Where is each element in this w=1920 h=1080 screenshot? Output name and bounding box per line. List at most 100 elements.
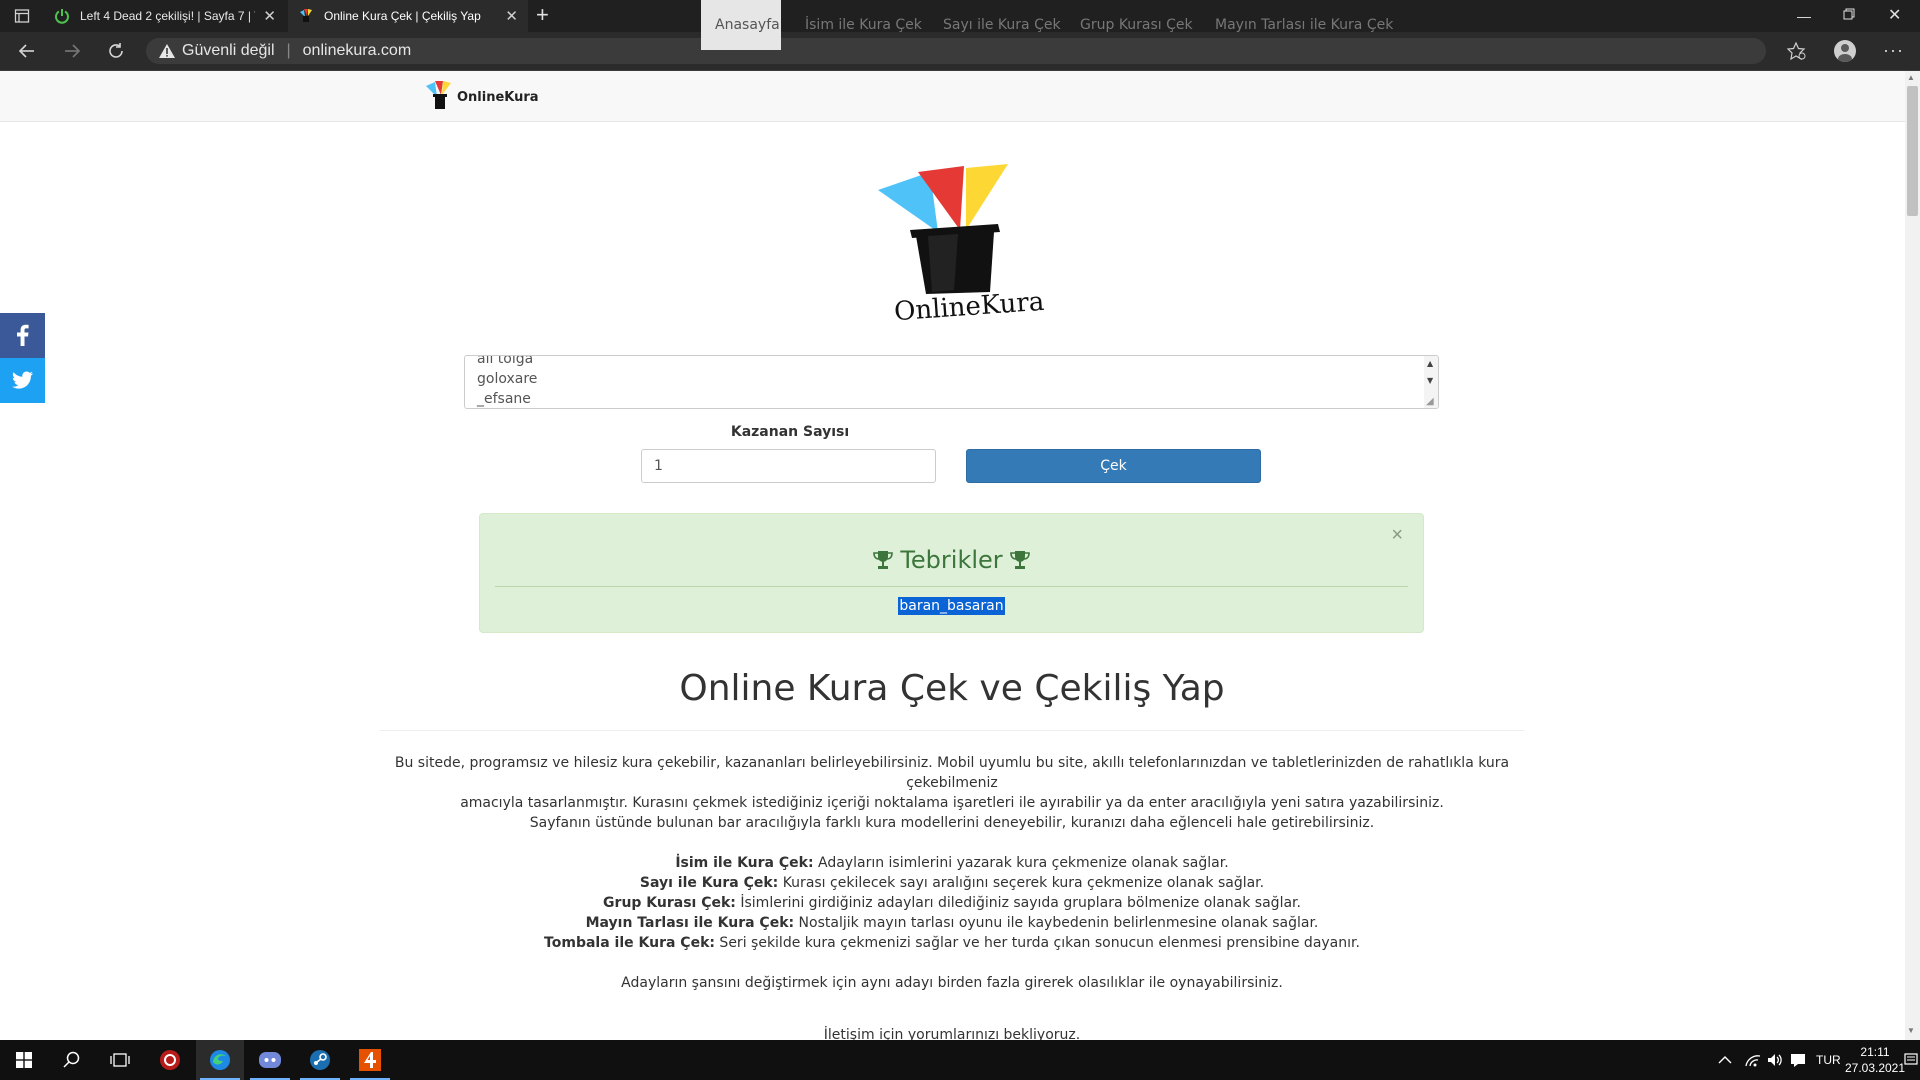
feature-desc: Kurası çekilecek sayı aralığını seçerek … (778, 875, 1265, 891)
tab-title: Online Kura Çek | Çekiliş Yap (324, 9, 481, 23)
action-center-icon[interactable] (1904, 1040, 1918, 1080)
window-close-icon[interactable]: ✕ (1888, 5, 1901, 25)
resize-handle-icon[interactable]: ◢ (1426, 396, 1434, 407)
more-menu-icon[interactable]: ··· (1883, 40, 1904, 61)
name-line: _efsane (477, 391, 531, 407)
task-view-icon (110, 1053, 130, 1067)
main-logo: OnlineKura (870, 160, 1045, 330)
scroll-up-arrow-icon[interactable]: ▲ (1907, 73, 1915, 82)
winner-count-input[interactable]: 1 (641, 449, 936, 483)
draw-button[interactable]: Çek (966, 449, 1261, 483)
intro-line: amacıyla tasarlanmıştır. Kurasını çekmek… (460, 795, 1444, 811)
textarea-scroll-down-icon[interactable]: ▼ (1427, 376, 1433, 385)
winner-count-label: Kazanan Sayısı (730, 424, 850, 440)
intro-line: Bu sitede, programsız ve hilesiz kura çe… (394, 755, 1510, 791)
feature-item: Sayı ile Kura Çek: Kurası çekilecek sayı… (380, 873, 1524, 893)
search-button[interactable] (48, 1040, 96, 1080)
nav-isim-ile-kura-cek[interactable]: İsim ile Kura Çek (791, 0, 936, 50)
scrollbar-thumb[interactable] (1907, 86, 1918, 216)
refresh-icon[interactable] (107, 42, 125, 63)
taskbar-steam[interactable] (296, 1040, 344, 1080)
intro-paragraph: Bu sitede, programsız ve hilesiz kura çe… (380, 753, 1524, 813)
power-icon (55, 9, 69, 24)
clock-date: 27.03.2021 (1844, 1061, 1906, 1075)
site-logo[interactable]: OnlineKura (425, 80, 539, 112)
feature-desc: İsimlerini girdiğiniz adayları dilediğin… (735, 895, 1301, 911)
edge-icon (210, 1050, 230, 1070)
feature-name: Mayın Tarlası ile Kura Çek: (585, 915, 795, 931)
new-tab-icon[interactable]: + (536, 4, 549, 26)
nav-grup-kurasi-cek[interactable]: Grup Kurası Çek (1066, 0, 1207, 50)
notification-message-icon[interactable] (1790, 1040, 1806, 1080)
feature-item: Tombala ile Kura Çek: Seri şekilde kura … (380, 933, 1524, 953)
task-view-button[interactable] (96, 1040, 144, 1080)
minimize-icon[interactable]: — (1797, 8, 1811, 24)
page-scrollbar[interactable] (1905, 71, 1920, 1040)
onlinekura-favicon-icon (300, 9, 312, 22)
contact-paragraph: İletişim için yorumlarınızı bekliyoruz. (823, 1027, 1081, 1040)
scroll-down-arrow-icon[interactable]: ▼ (1907, 1026, 1915, 1035)
heading-divider (380, 730, 1524, 731)
start-button[interactable] (0, 1040, 48, 1080)
security-label: Güvenli değil (182, 42, 275, 59)
windows-logo-icon (16, 1052, 32, 1068)
feature-name: İsim ile Kura Çek: (675, 855, 814, 871)
twitter-icon (12, 371, 33, 389)
logo-text: OnlineKura (457, 90, 539, 105)
taskbar-discord[interactable] (246, 1040, 294, 1080)
clock[interactable]: 21:11 27.03.2021 (1845, 1040, 1905, 1080)
taskbar-edge[interactable] (196, 1040, 244, 1080)
result-title: Tebrikler (900, 546, 1003, 574)
tab-title: Left 4 Dead 2 çekilişi! | Sayfa 7 | T (80, 9, 256, 23)
feature-name: Tombala ile Kura Çek: (544, 935, 715, 951)
twitter-share-button[interactable] (0, 358, 45, 403)
winner-name[interactable]: baran_basaran (898, 597, 1005, 615)
feature-item: Grup Kurası Çek: İsimlerini girdiğiniz a… (380, 893, 1524, 913)
textarea-scroll-up-icon[interactable]: ▲ (1427, 359, 1433, 368)
alert-divider (495, 586, 1408, 587)
back-icon[interactable] (18, 42, 36, 63)
tray-overflow-icon[interactable] (1718, 1040, 1732, 1080)
chance-paragraph: Adayların şansını değiştirmek için aynı … (621, 975, 1283, 991)
forward-icon[interactable] (63, 42, 81, 63)
red-app-icon (160, 1050, 180, 1070)
facebook-icon (17, 324, 29, 346)
tab-onlinekura[interactable]: Online Kura Çek | Çekiliş Yap ✕ (288, 0, 528, 32)
close-tab-icon[interactable]: ✕ (263, 7, 276, 25)
close-tab-icon[interactable]: ✕ (505, 7, 518, 25)
feature-name: Grup Kurası Çek: (603, 895, 736, 911)
network-icon[interactable] (1744, 1040, 1762, 1080)
alert-close-icon[interactable]: × (1391, 524, 1403, 547)
textarea-scrollbar[interactable]: ▲ ▼ ◢ (1424, 356, 1438, 408)
warning-icon (159, 44, 175, 58)
feature-name: Sayı ile Kura Çek: (639, 875, 779, 891)
language-indicator[interactable]: TUR (1816, 1040, 1841, 1080)
volume-icon[interactable] (1766, 1040, 1784, 1080)
nav-anasayfa[interactable]: Anasayfa (701, 0, 781, 50)
address-divider: | (286, 42, 291, 59)
logo-hat-icon (426, 81, 451, 109)
tab-left4dead[interactable]: Left 4 Dead 2 çekilişi! | Sayfa 7 | T ✕ (44, 0, 286, 32)
feature-desc: Seri şekilde kura çekmenizi sağlar ve he… (714, 935, 1360, 951)
name-line: ali tolga (477, 355, 534, 367)
left4dead-icon (359, 1049, 381, 1071)
nav-mayin-tarlasi-ile-kura-cek[interactable]: Mayın Tarlası ile Kura Çek (1201, 0, 1407, 50)
taskbar-app-red[interactable] (146, 1040, 194, 1080)
taskbar-left4dead[interactable] (346, 1040, 394, 1080)
tab-actions-icon[interactable] (14, 8, 30, 24)
profile-avatar-icon[interactable] (1834, 40, 1856, 62)
result-alert: × Tebrikler baran_basaran (479, 513, 1424, 633)
facebook-share-button[interactable] (0, 313, 45, 358)
trophy-icon (873, 551, 894, 569)
nav-sayi-ile-kura-cek[interactable]: Sayı ile Kura Çek (929, 0, 1075, 50)
feature-item: Mayın Tarlası ile Kura Çek: Nostaljik ma… (380, 913, 1524, 933)
restore-icon[interactable] (1843, 7, 1855, 20)
names-textarea[interactable]: ali tolga goloxare _efsane ▲ ▼ ◢ (464, 355, 1439, 409)
url-text: onlinekura.com (302, 42, 412, 59)
feature-item: İsim ile Kura Çek: Adayların isimlerini … (380, 853, 1524, 873)
bar-paragraph: Sayfanın üstünde bulunan bar aracılığıyl… (529, 815, 1375, 831)
favorites-icon[interactable] (1786, 41, 1807, 63)
name-line: goloxare (477, 371, 538, 387)
site-navbar (0, 71, 1905, 122)
steam-icon (310, 1050, 330, 1070)
